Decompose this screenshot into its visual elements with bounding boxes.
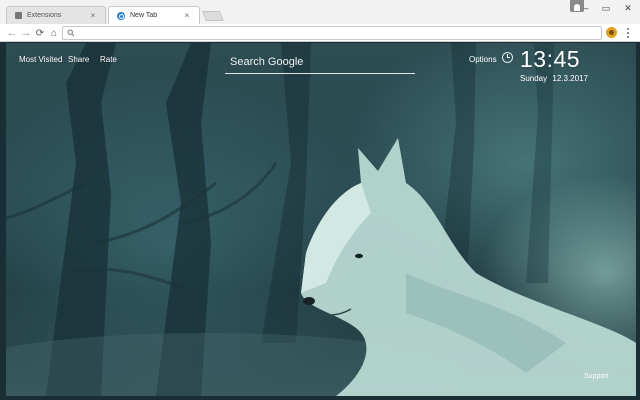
rate-link[interactable]: Rate — [100, 55, 117, 64]
wolf-background-image — [6, 43, 636, 396]
home-button[interactable]: ⌂ — [47, 26, 61, 40]
minimize-button[interactable]: – — [576, 0, 596, 16]
clock-date: Sunday 12.3.2017 — [520, 74, 591, 83]
share-link[interactable]: Share — [68, 55, 89, 64]
tab-title: New Tab — [130, 12, 158, 19]
close-tab-icon[interactable]: × — [89, 11, 97, 20]
tab-new-tab[interactable]: New Tab × — [108, 6, 200, 24]
puzzle-icon — [15, 12, 22, 19]
close-window-button[interactable]: ✕ — [616, 0, 640, 16]
new-tab-button[interactable] — [202, 11, 224, 21]
newtab-icon — [117, 11, 125, 20]
browser-menu-button[interactable] — [622, 25, 634, 41]
clock-time: 13:45 — [520, 46, 581, 72]
tab-extensions[interactable]: Extensions × — [6, 6, 106, 24]
newtab-page: Most Visited Share Rate Options 13:45 Su… — [6, 43, 636, 396]
options-link[interactable]: Options — [469, 55, 497, 64]
address-input[interactable] — [77, 27, 597, 39]
extension-icon[interactable] — [606, 27, 617, 38]
forward-button[interactable]: → — [19, 26, 33, 40]
tab-title: Extensions — [27, 12, 62, 19]
clock-date-value: 12.3.2017 — [552, 74, 588, 83]
maximize-button[interactable]: ▭ — [596, 0, 616, 16]
title-bar: Extensions × New Tab × – ▭ ✕ — [0, 0, 640, 24]
back-button[interactable]: ← — [5, 26, 19, 40]
window-controls: – ▭ ✕ — [576, 0, 640, 16]
most-visited-link[interactable]: Most Visited — [19, 55, 62, 64]
support-link[interactable]: Support — [584, 373, 609, 380]
search-input[interactable] — [225, 52, 415, 72]
search-icon — [67, 29, 75, 37]
search-box — [225, 52, 415, 74]
reload-button[interactable]: ⟳ — [33, 26, 47, 40]
close-tab-icon[interactable]: × — [183, 11, 191, 20]
clock-icon[interactable] — [502, 52, 513, 63]
address-bar[interactable] — [62, 26, 602, 40]
clock-weekday: Sunday — [520, 74, 548, 83]
browser-toolbar: ← → ⟳ ⌂ — [0, 24, 640, 42]
